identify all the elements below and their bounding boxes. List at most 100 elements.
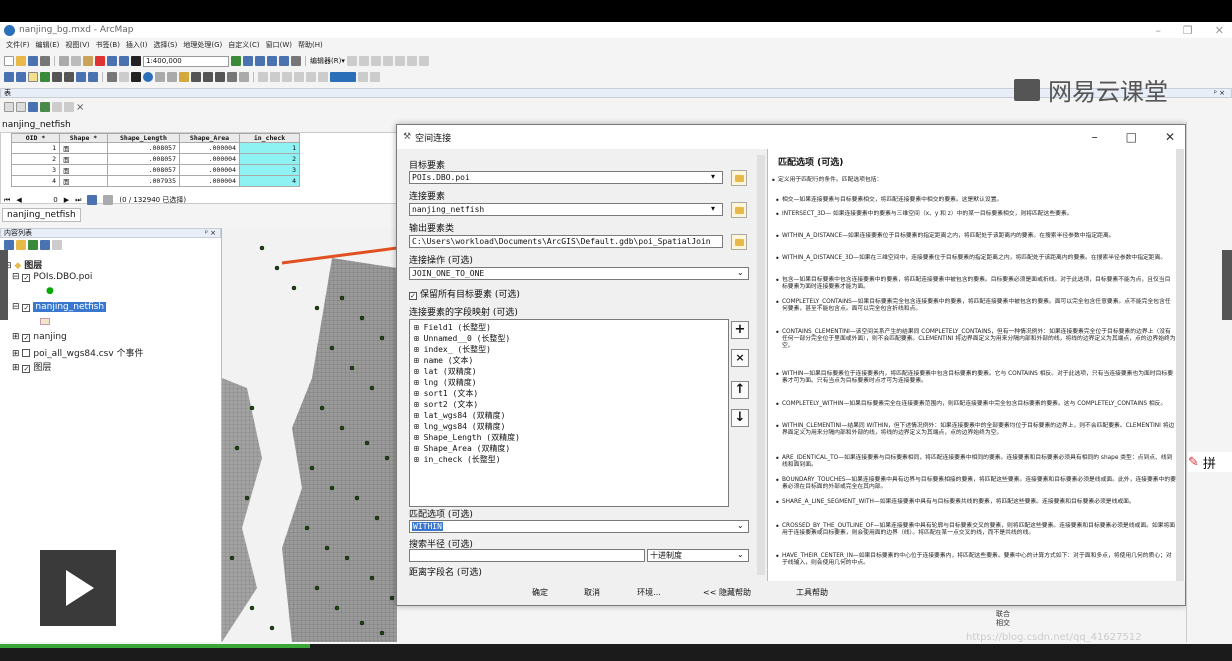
hide-help-button[interactable]: << 隐藏帮助 — [691, 585, 763, 600]
menu-customize[interactable]: 自定义(C) — [228, 40, 259, 52]
field-map-item[interactable]: ⊞ sort2 (文本) — [414, 399, 478, 410]
zoom-in-icon[interactable] — [4, 72, 14, 82]
redo-icon[interactable] — [119, 56, 129, 66]
table-row[interactable]: 3 面 .008057 .000004 3 — [11, 164, 300, 176]
cut-icon[interactable] — [59, 56, 69, 66]
toc-layer-nanjing[interactable]: ⊞ ✓ nanjing — [12, 332, 67, 342]
field-map-item[interactable]: ⊞ Shape_Length (双精度) — [414, 432, 520, 443]
form-scrollbar[interactable] — [757, 155, 765, 575]
menu-edit[interactable]: 编辑(E) — [36, 40, 60, 52]
column-header[interactable]: Shape * — [59, 133, 108, 143]
target-features-input[interactable]: POIs.DBO.poi — [409, 171, 723, 184]
field-map-list[interactable]: ⊞ Field1 (长整型) ⊞ Unnamed__0 (长整型) ⊞ inde… — [409, 319, 729, 507]
list-by-drawing-order-icon[interactable] — [4, 240, 14, 250]
field-map-item[interactable]: ⊞ lng (双精度) — [414, 377, 477, 388]
snapping-icon[interactable] — [294, 72, 304, 82]
operation-dropdown-icon[interactable]: ⌄ — [737, 268, 744, 277]
move-down-button[interactable]: ↓ — [731, 409, 749, 427]
delete-selected-icon[interactable] — [64, 102, 74, 112]
minimize-button[interactable]: – — [1155, 24, 1161, 37]
last-record-icon[interactable]: ⏭ — [75, 196, 81, 205]
paste-icon[interactable] — [83, 56, 93, 66]
close-table-icon[interactable]: ᵖ × — [1214, 89, 1225, 97]
georeferencing-icon[interactable] — [282, 72, 292, 82]
column-header[interactable]: in_check — [239, 133, 300, 143]
keep-all-checkbox[interactable]: ✓ — [409, 292, 417, 300]
remove-field-button[interactable]: × — [731, 349, 749, 367]
editor-toolbar-icon[interactable] — [231, 56, 241, 66]
delete-icon[interactable] — [95, 56, 105, 66]
python-icon[interactable] — [291, 56, 301, 66]
go-to-xy-icon[interactable] — [215, 72, 225, 82]
add-field-button[interactable]: + — [731, 321, 749, 339]
join-features-input[interactable]: nanjing_netfish — [409, 203, 723, 216]
toc-layer-poi[interactable]: ⊟ ✓ POIs.DBO.poi — [12, 272, 92, 282]
select-elements-icon[interactable] — [131, 72, 141, 82]
join-dropdown-icon[interactable]: ▾ — [711, 204, 715, 213]
menu-geoprocessing[interactable]: 地理处理(G) — [183, 40, 222, 52]
topology-icon[interactable] — [258, 72, 268, 82]
show-all-icon[interactable] — [87, 195, 98, 205]
layer-visibility-checkbox[interactable]: ✓ — [22, 304, 31, 312]
radius-unit-select[interactable]: 十进制度 — [647, 549, 749, 562]
layer-visibility-checkbox[interactable]: ✓ — [22, 334, 31, 342]
map-view[interactable] — [222, 228, 397, 642]
next-record-icon[interactable]: ▶ — [64, 196, 69, 204]
menu-bookmarks[interactable]: 书签(B) — [96, 40, 120, 52]
target-dropdown-icon[interactable]: ▾ — [711, 172, 715, 181]
layer-visibility-checkbox[interactable] — [22, 349, 31, 357]
table-tab[interactable]: nanjing_netfish — [2, 208, 81, 222]
spatial-adjust-icon[interactable] — [306, 72, 316, 82]
editor-menu[interactable]: 编辑器(R)▾ — [310, 56, 345, 66]
browse-target-icon[interactable] — [731, 170, 747, 186]
select-by-attributes-icon[interactable] — [28, 102, 38, 112]
measure-icon[interactable] — [179, 72, 189, 82]
catalog-icon[interactable] — [255, 56, 265, 66]
field-map-item[interactable]: ⊞ sort1 (文本) — [414, 388, 478, 399]
cancel-button[interactable]: 取消 — [567, 585, 617, 600]
table-row[interactable]: 1 面 .008057 .000004 1 — [11, 142, 300, 154]
table-row[interactable]: 4 面 .007935 .000004 4 — [11, 175, 300, 187]
drawing-icon[interactable] — [318, 72, 328, 82]
identify-icon[interactable] — [143, 72, 153, 82]
split-icon[interactable] — [406, 56, 417, 66]
trace-icon[interactable] — [394, 56, 405, 66]
toc-options-icon[interactable] — [52, 240, 62, 250]
toolbox-item[interactable]: 联合 — [996, 610, 1010, 619]
video-progress-bar[interactable] — [0, 644, 310, 648]
dialog-minimize-button[interactable]: – — [1092, 130, 1098, 144]
field-map-item[interactable]: ⊞ Shape_Area (双精度) — [414, 443, 510, 454]
pan-icon[interactable] — [28, 72, 38, 82]
select-features-icon[interactable] — [107, 72, 117, 82]
save-icon[interactable] — [28, 56, 38, 66]
toc-layer-netfish[interactable]: ⊟ ✓ nanjing_netfish — [12, 302, 107, 312]
video-play-button[interactable] — [40, 550, 116, 626]
join-operation-select[interactable]: JOIN_ONE_TO_ONE — [409, 267, 749, 280]
line-color-icon[interactable] — [358, 72, 368, 82]
fixed-zoom-out-icon[interactable] — [64, 72, 74, 82]
menu-file[interactable]: 文件(F) — [6, 40, 30, 52]
record-number[interactable]: 0 — [28, 196, 57, 204]
toolbox-item[interactable]: 相交 — [996, 619, 1010, 628]
ime-indicator[interactable]: ✎ 拼 — [1188, 452, 1232, 472]
table-of-contents-icon[interactable] — [243, 56, 253, 66]
switch-selection-icon[interactable] — [40, 102, 50, 112]
toc-layer-group[interactable]: ⊞ ✓ 图层 — [12, 360, 51, 373]
match-option-select[interactable]: WITHIN — [409, 520, 749, 533]
toc-close-icon[interactable]: ᵖ × — [205, 229, 216, 237]
field-map-item[interactable]: ⊞ Field1 (长整型) — [414, 322, 491, 333]
field-map-item[interactable]: ⊞ Unnamed__0 (长整型) — [414, 333, 510, 344]
toc-layers-group[interactable]: ⊟ ◆ 图层 — [4, 258, 42, 271]
scale-combo[interactable]: 1:400,000 — [143, 55, 229, 67]
straight-segment-icon[interactable] — [370, 56, 381, 66]
menu-view[interactable]: 视图(V) — [65, 40, 89, 52]
menu-insert[interactable]: 插入(I) — [126, 40, 148, 52]
output-feature-class-input[interactable]: C:\Users\workload\Documents\ArcGIS\Defau… — [409, 235, 723, 248]
menu-selection[interactable]: 选择(S) — [153, 40, 177, 52]
browse-join-icon[interactable] — [731, 202, 747, 218]
search-radius-input[interactable] — [409, 549, 645, 562]
column-header[interactable]: OID * — [11, 133, 60, 143]
table-options-icon[interactable] — [4, 102, 14, 112]
sketch-tool-icon[interactable] — [358, 56, 369, 66]
close-table-tab-icon[interactable]: × — [76, 102, 84, 113]
